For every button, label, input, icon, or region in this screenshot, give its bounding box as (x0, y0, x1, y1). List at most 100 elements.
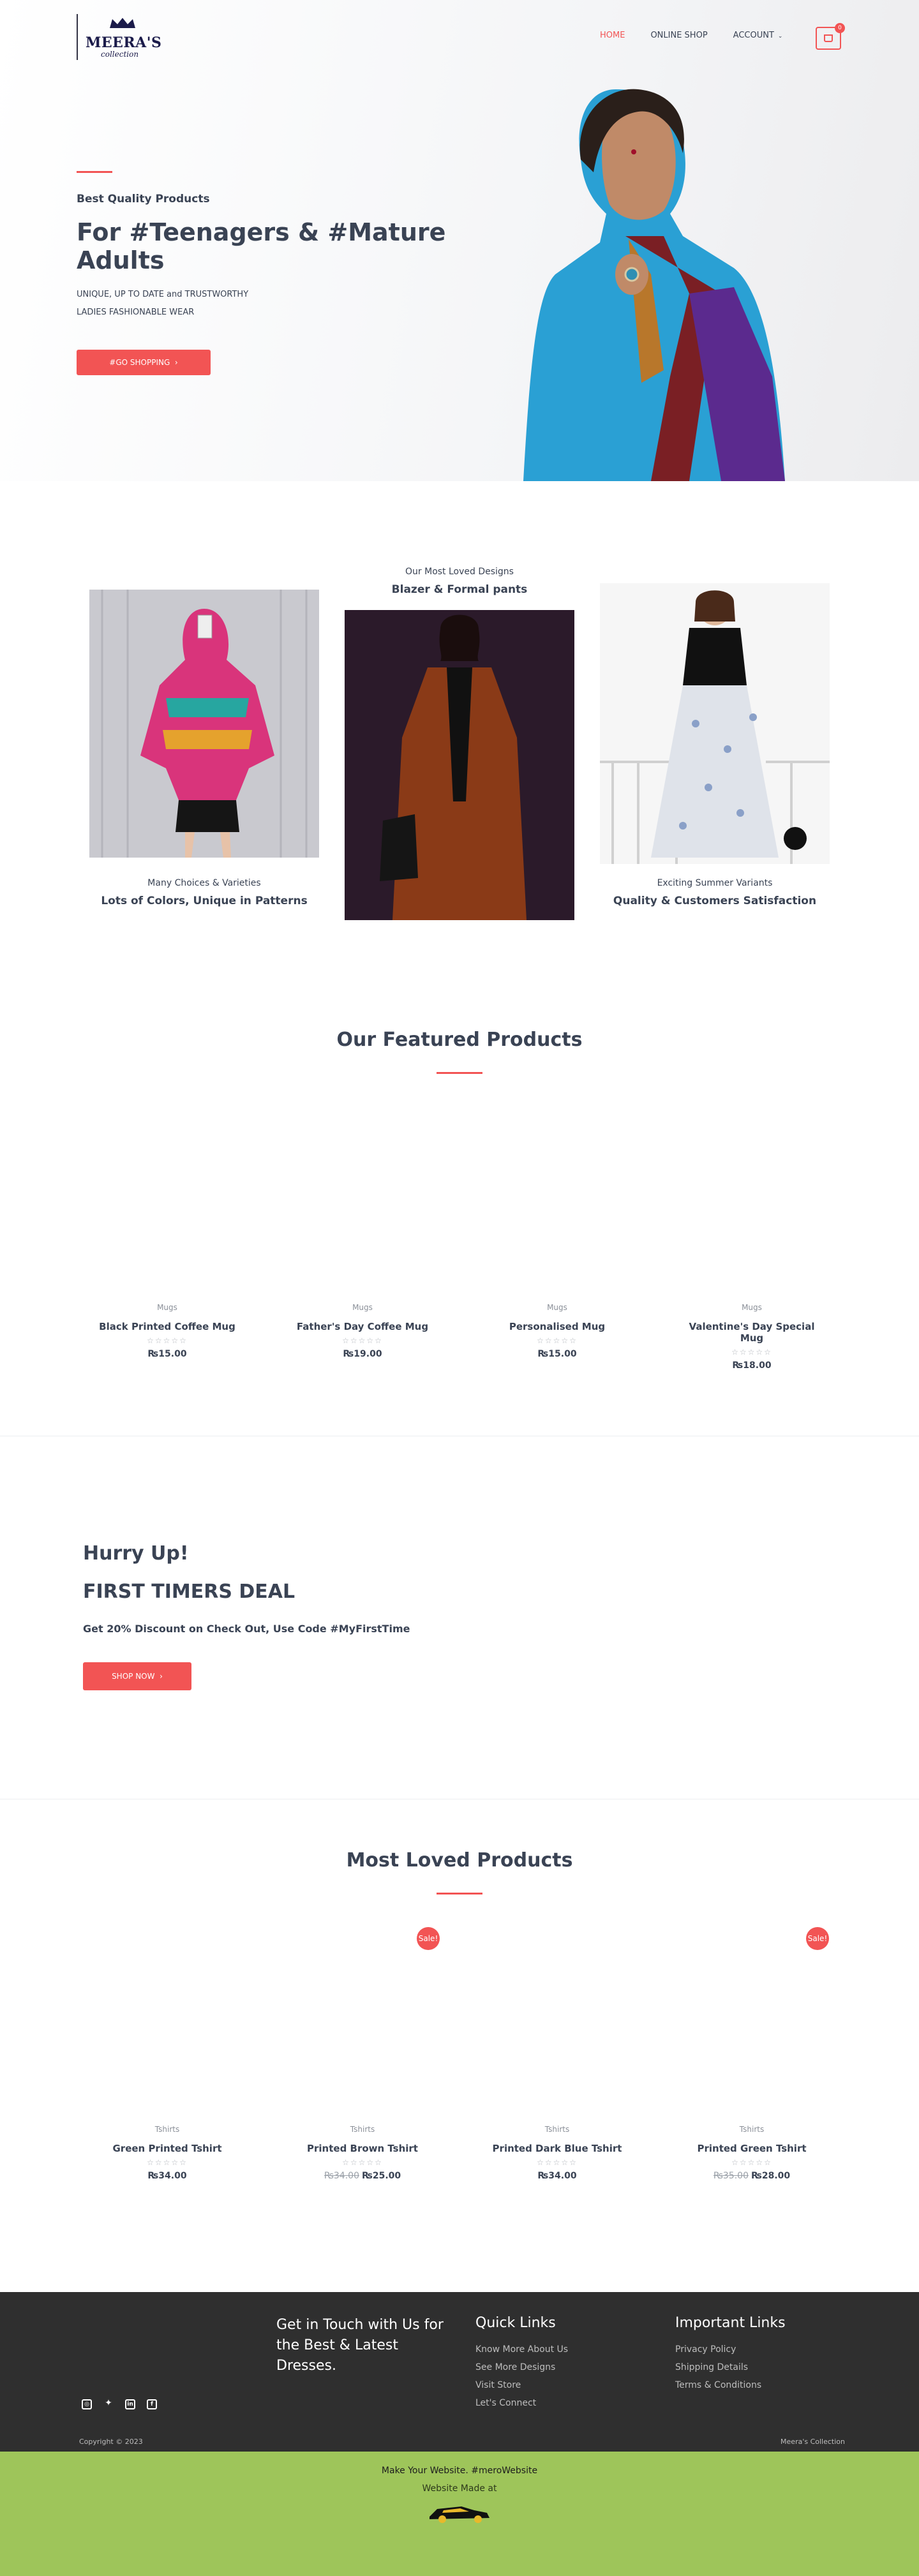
loved-product-card[interactable]: Sale! Tshirts Printed Brown Tshirt ☆☆☆☆☆… (289, 1926, 440, 2181)
product-name[interactable]: Valentine's Day Special Mug (678, 1321, 825, 1344)
product-category[interactable]: Mugs (484, 1303, 631, 1312)
product-name[interactable]: Green Printed Tshirt (94, 2143, 241, 2154)
product-name[interactable]: Personalised Mug (484, 1321, 631, 1332)
design-right-title: Quality & Customers Satisfaction (613, 895, 817, 907)
rating-stars-icon: ☆☆☆☆☆ (342, 1336, 383, 1345)
product-price: ₨34.00 (537, 2171, 577, 2181)
rating-stars-icon: ☆☆☆☆☆ (731, 1348, 772, 1357)
product-image[interactable]: Sale! (289, 1926, 440, 2117)
featured-product-card[interactable]: Mugs Valentine's Day Special Mug ☆☆☆☆☆ ₨… (678, 1104, 825, 1371)
rating-stars-icon: ☆☆☆☆☆ (342, 2158, 383, 2167)
social-links: ◎ ✦ in f (82, 2399, 157, 2409)
footer-link[interactable]: Visit Store (475, 2376, 568, 2394)
brand-sub: collection (101, 50, 139, 59)
featured-product-card[interactable]: Mugs Black Printed Coffee Mug ☆☆☆☆☆ ₨15.… (94, 1104, 241, 1359)
site-footer: Get in Touch with Us for the Best & Late… (0, 2292, 919, 2452)
car-logo-icon[interactable] (424, 2499, 495, 2526)
cart-count-badge: 0 (835, 23, 845, 33)
old-price: ₨34.00 (324, 2171, 359, 2181)
hero-model-image (523, 89, 785, 481)
hero-description: UNIQUE, UP TO DATE and TRUSTWORTHY LADIE… (77, 290, 249, 317)
basket-icon (824, 34, 833, 42)
sale-badge: Sale! (806, 1927, 829, 1950)
rating-stars-icon: ☆☆☆☆☆ (537, 1336, 578, 1345)
facebook-icon[interactable]: f (147, 2399, 157, 2409)
product-category[interactable]: Tshirts (289, 2125, 436, 2134)
featured-title-line (437, 1072, 482, 1074)
product-name[interactable]: Printed Green Tshirt (678, 2143, 825, 2154)
product-price: ₨18.00 (732, 1360, 772, 1371)
featured-product-card[interactable]: Mugs Father's Day Coffee Mug ☆☆☆☆☆ ₨19.0… (289, 1104, 436, 1359)
blazer-coat-photo (345, 610, 574, 920)
brand-logo[interactable]: MEERA'S collection (77, 14, 161, 60)
product-name[interactable]: Father's Day Coffee Mug (289, 1321, 436, 1332)
product-category[interactable]: Mugs (289, 1303, 436, 1312)
floral-skirt-photo (600, 583, 830, 864)
product-price: ₨19.00 (343, 1349, 382, 1359)
product-price: ₨15.00 (147, 1349, 187, 1359)
twitter-icon[interactable]: ✦ (103, 2399, 114, 2409)
product-category[interactable]: Mugs (94, 1303, 241, 1312)
product-price: ₨34.00 (147, 2171, 187, 2181)
nav-online-shop[interactable]: ONLINE SHOP (650, 31, 707, 40)
footer-link[interactable]: See More Designs (475, 2358, 568, 2376)
footer-link[interactable]: Privacy Policy (675, 2341, 761, 2358)
chevron-down-icon: ⌄ (777, 33, 783, 40)
product-image[interactable] (289, 1104, 436, 1295)
product-name[interactable]: Printed Dark Blue Tshirt (484, 2143, 631, 2154)
design-card-right[interactable]: Exciting Summer Variants Quality & Custo… (600, 583, 830, 907)
credit-line-2: Website Made at (422, 2483, 497, 2494)
product-image[interactable] (94, 1104, 241, 1295)
product-category[interactable]: Tshirts (94, 2125, 241, 2134)
product-image[interactable] (678, 1104, 825, 1295)
loved-product-card[interactable]: Tshirts Green Printed Tshirt ☆☆☆☆☆ ₨34.0… (94, 1926, 241, 2181)
rating-stars-icon: ☆☆☆☆☆ (537, 2158, 578, 2167)
crown-icon (110, 18, 135, 28)
important-links-title: Important Links (675, 2315, 786, 2331)
product-category[interactable]: Mugs (678, 1303, 825, 1312)
shop-now-button[interactable]: SHOP NOW › (83, 1662, 191, 1690)
loved-title-line (437, 1893, 482, 1895)
product-price: ₨35.00 ₨28.00 (713, 2171, 791, 2181)
product-name[interactable]: Printed Brown Tshirt (289, 2143, 436, 2154)
product-image[interactable]: Sale! (678, 1926, 829, 2117)
footer-link[interactable]: Terms & Conditions (675, 2376, 761, 2394)
featured-product-card[interactable]: Mugs Personalised Mug ☆☆☆☆☆ ₨15.00 (484, 1104, 631, 1359)
rating-stars-icon: ☆☆☆☆☆ (147, 1336, 188, 1345)
loved-product-card[interactable]: Sale! Tshirts Printed Green Tshirt ☆☆☆☆☆… (678, 1926, 829, 2181)
product-name[interactable]: Black Printed Coffee Mug (94, 1321, 241, 1332)
footer-link[interactable]: Shipping Details (675, 2358, 761, 2376)
cart-button[interactable]: 0 (816, 23, 845, 50)
first-timers-deal-section: Hurry Up! FIRST TIMERS DEAL Get 20% Disc… (0, 1436, 919, 1799)
deal-title: FIRST TIMERS DEAL (83, 1581, 295, 1603)
design-card-center[interactable]: Our Most Loved Designs Blazer & Formal p… (345, 567, 574, 923)
nav-home[interactable]: HOME (600, 31, 625, 40)
design-card-left[interactable]: Many Choices & Varieties Lots of Colors,… (89, 590, 319, 907)
footer-link[interactable]: Let's Connect (475, 2394, 568, 2412)
design-left-eyebrow: Many Choices & Varieties (147, 878, 261, 888)
quick-links-title: Quick Links (475, 2315, 556, 2331)
hero-eyebrow: Best Quality Products (77, 193, 210, 205)
old-price: ₨35.00 (713, 2171, 749, 2181)
deal-hurry: Hurry Up! (83, 1542, 189, 1565)
sale-badge: Sale! (417, 1927, 440, 1950)
nav-account[interactable]: ACCOUNT ⌄ (733, 31, 783, 40)
go-shopping-button[interactable]: #GO SHOPPING › (77, 350, 211, 375)
instagram-icon[interactable]: ◎ (82, 2399, 92, 2409)
hero-title: For #Teenagers & #Mature Adults (77, 218, 446, 274)
main-nav: HOME ONLINE SHOP ACCOUNT ⌄ (600, 31, 782, 40)
product-category[interactable]: Tshirts (484, 2125, 631, 2134)
copyright-text: Copyright © 2023 (79, 2438, 143, 2446)
rating-stars-icon: ☆☆☆☆☆ (731, 2158, 772, 2167)
product-image[interactable] (484, 1926, 631, 2117)
loved-product-card[interactable]: Tshirts Printed Dark Blue Tshirt ☆☆☆☆☆ ₨… (484, 1926, 631, 2181)
design-left-title: Lots of Colors, Unique in Patterns (101, 895, 308, 907)
credit-strip: Make Your Website. #meroWebsite Website … (0, 2452, 919, 2576)
hero-accent-line (77, 171, 112, 173)
rating-stars-icon: ☆☆☆☆☆ (147, 2158, 188, 2167)
product-image[interactable] (94, 1926, 241, 2117)
linkedin-icon[interactable]: in (125, 2399, 135, 2409)
footer-link[interactable]: Know More About Us (475, 2341, 568, 2358)
product-category[interactable]: Tshirts (678, 2125, 825, 2134)
product-image[interactable] (484, 1104, 631, 1295)
